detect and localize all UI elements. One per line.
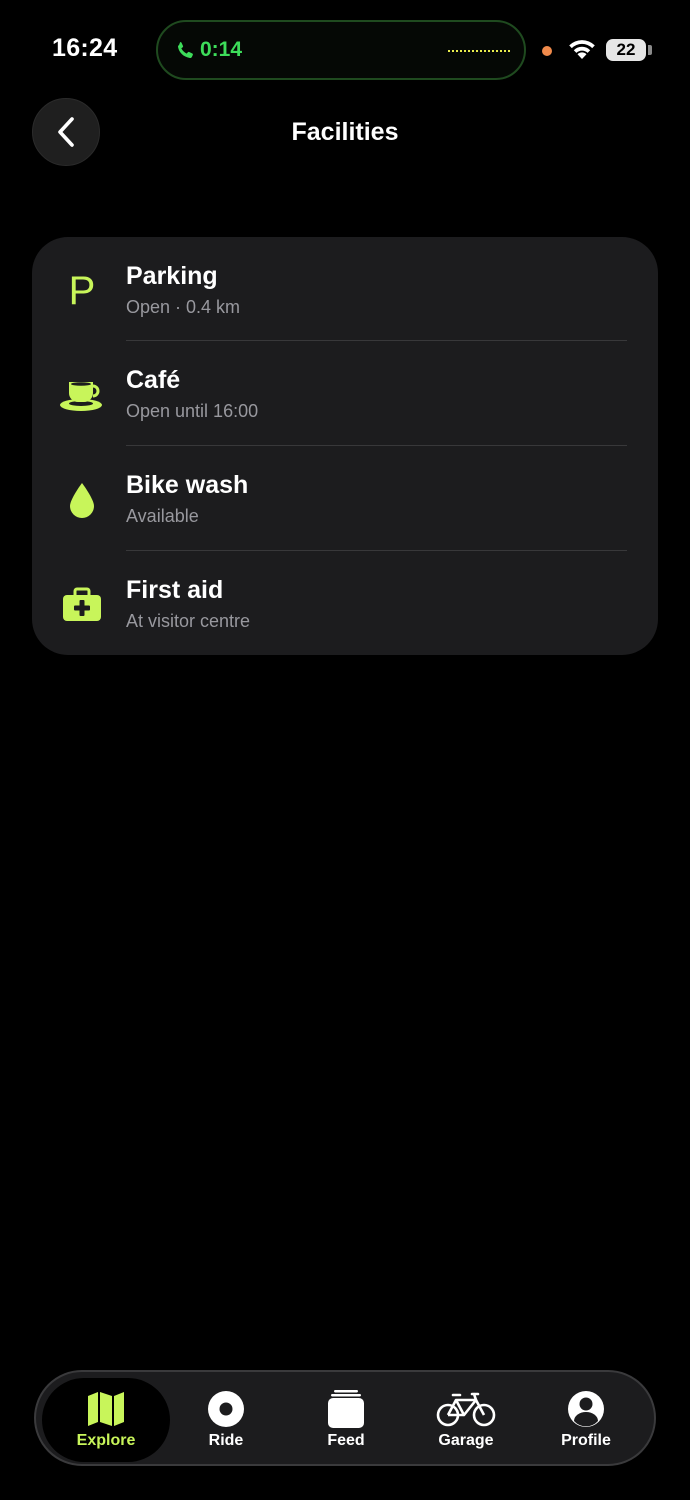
tab-label: Feed — [327, 1432, 365, 1449]
call-indicator-pill[interactable]: 0:14 — [156, 20, 526, 80]
tab-feed[interactable]: Feed — [282, 1378, 410, 1462]
privacy-indicator-dot — [542, 46, 552, 56]
facility-subtitle: At visitor centre — [126, 611, 251, 631]
facility-row-cafe[interactable]: Café Open until 16:00 — [32, 341, 658, 445]
facility-subtitle: Open until 16:00 — [126, 401, 259, 421]
call-timer: 0:14 — [200, 38, 243, 61]
parking-icon: P — [68, 269, 96, 313]
record-icon — [207, 1388, 245, 1430]
tab-bar: Explore Ride Feed Garage Profile — [34, 1370, 656, 1466]
facility-title: Parking — [126, 262, 218, 290]
first-aid-kit-icon — [54, 581, 110, 629]
facility-title: First aid — [126, 576, 224, 604]
phone-icon — [177, 42, 193, 59]
tab-label: Profile — [561, 1432, 611, 1449]
water-drop-icon — [54, 476, 110, 524]
bicycle-icon — [436, 1388, 496, 1430]
facility-row-bike-wash[interactable]: Bike wash Available — [32, 446, 658, 550]
facility-subtitle: Open · 0.4 km — [126, 297, 241, 317]
facility-row-parking[interactable]: P Parking Open · 0.4 km — [32, 237, 658, 341]
tab-garage[interactable]: Garage — [402, 1378, 530, 1462]
tab-label: Explore — [76, 1432, 136, 1449]
facility-row-first-aid[interactable]: First aid At visitor centre — [32, 551, 658, 655]
tab-label: Garage — [438, 1432, 494, 1449]
audio-waveform-icon — [448, 50, 510, 52]
person-icon — [567, 1388, 605, 1430]
facility-title: Café — [126, 366, 181, 394]
facility-subtitle: Available — [126, 506, 199, 526]
coffee-cup-icon — [54, 371, 110, 419]
tab-label: Ride — [208, 1432, 244, 1449]
tab-explore[interactable]: Explore — [42, 1378, 170, 1462]
tab-profile[interactable]: Profile — [522, 1378, 650, 1462]
facility-title: Bike wash — [126, 471, 249, 499]
battery-indicator: 22 — [606, 39, 646, 61]
page-title: Facilities — [291, 118, 399, 146]
tab-ride[interactable]: Ride — [162, 1378, 290, 1462]
facilities-list: P Parking Open · 0.4 km Café Open until … — [32, 237, 658, 655]
battery-tip — [648, 45, 652, 55]
wifi-icon — [569, 40, 595, 59]
map-icon — [86, 1388, 126, 1430]
stack-icon — [326, 1388, 366, 1430]
status-time: 16:24 — [52, 34, 118, 62]
